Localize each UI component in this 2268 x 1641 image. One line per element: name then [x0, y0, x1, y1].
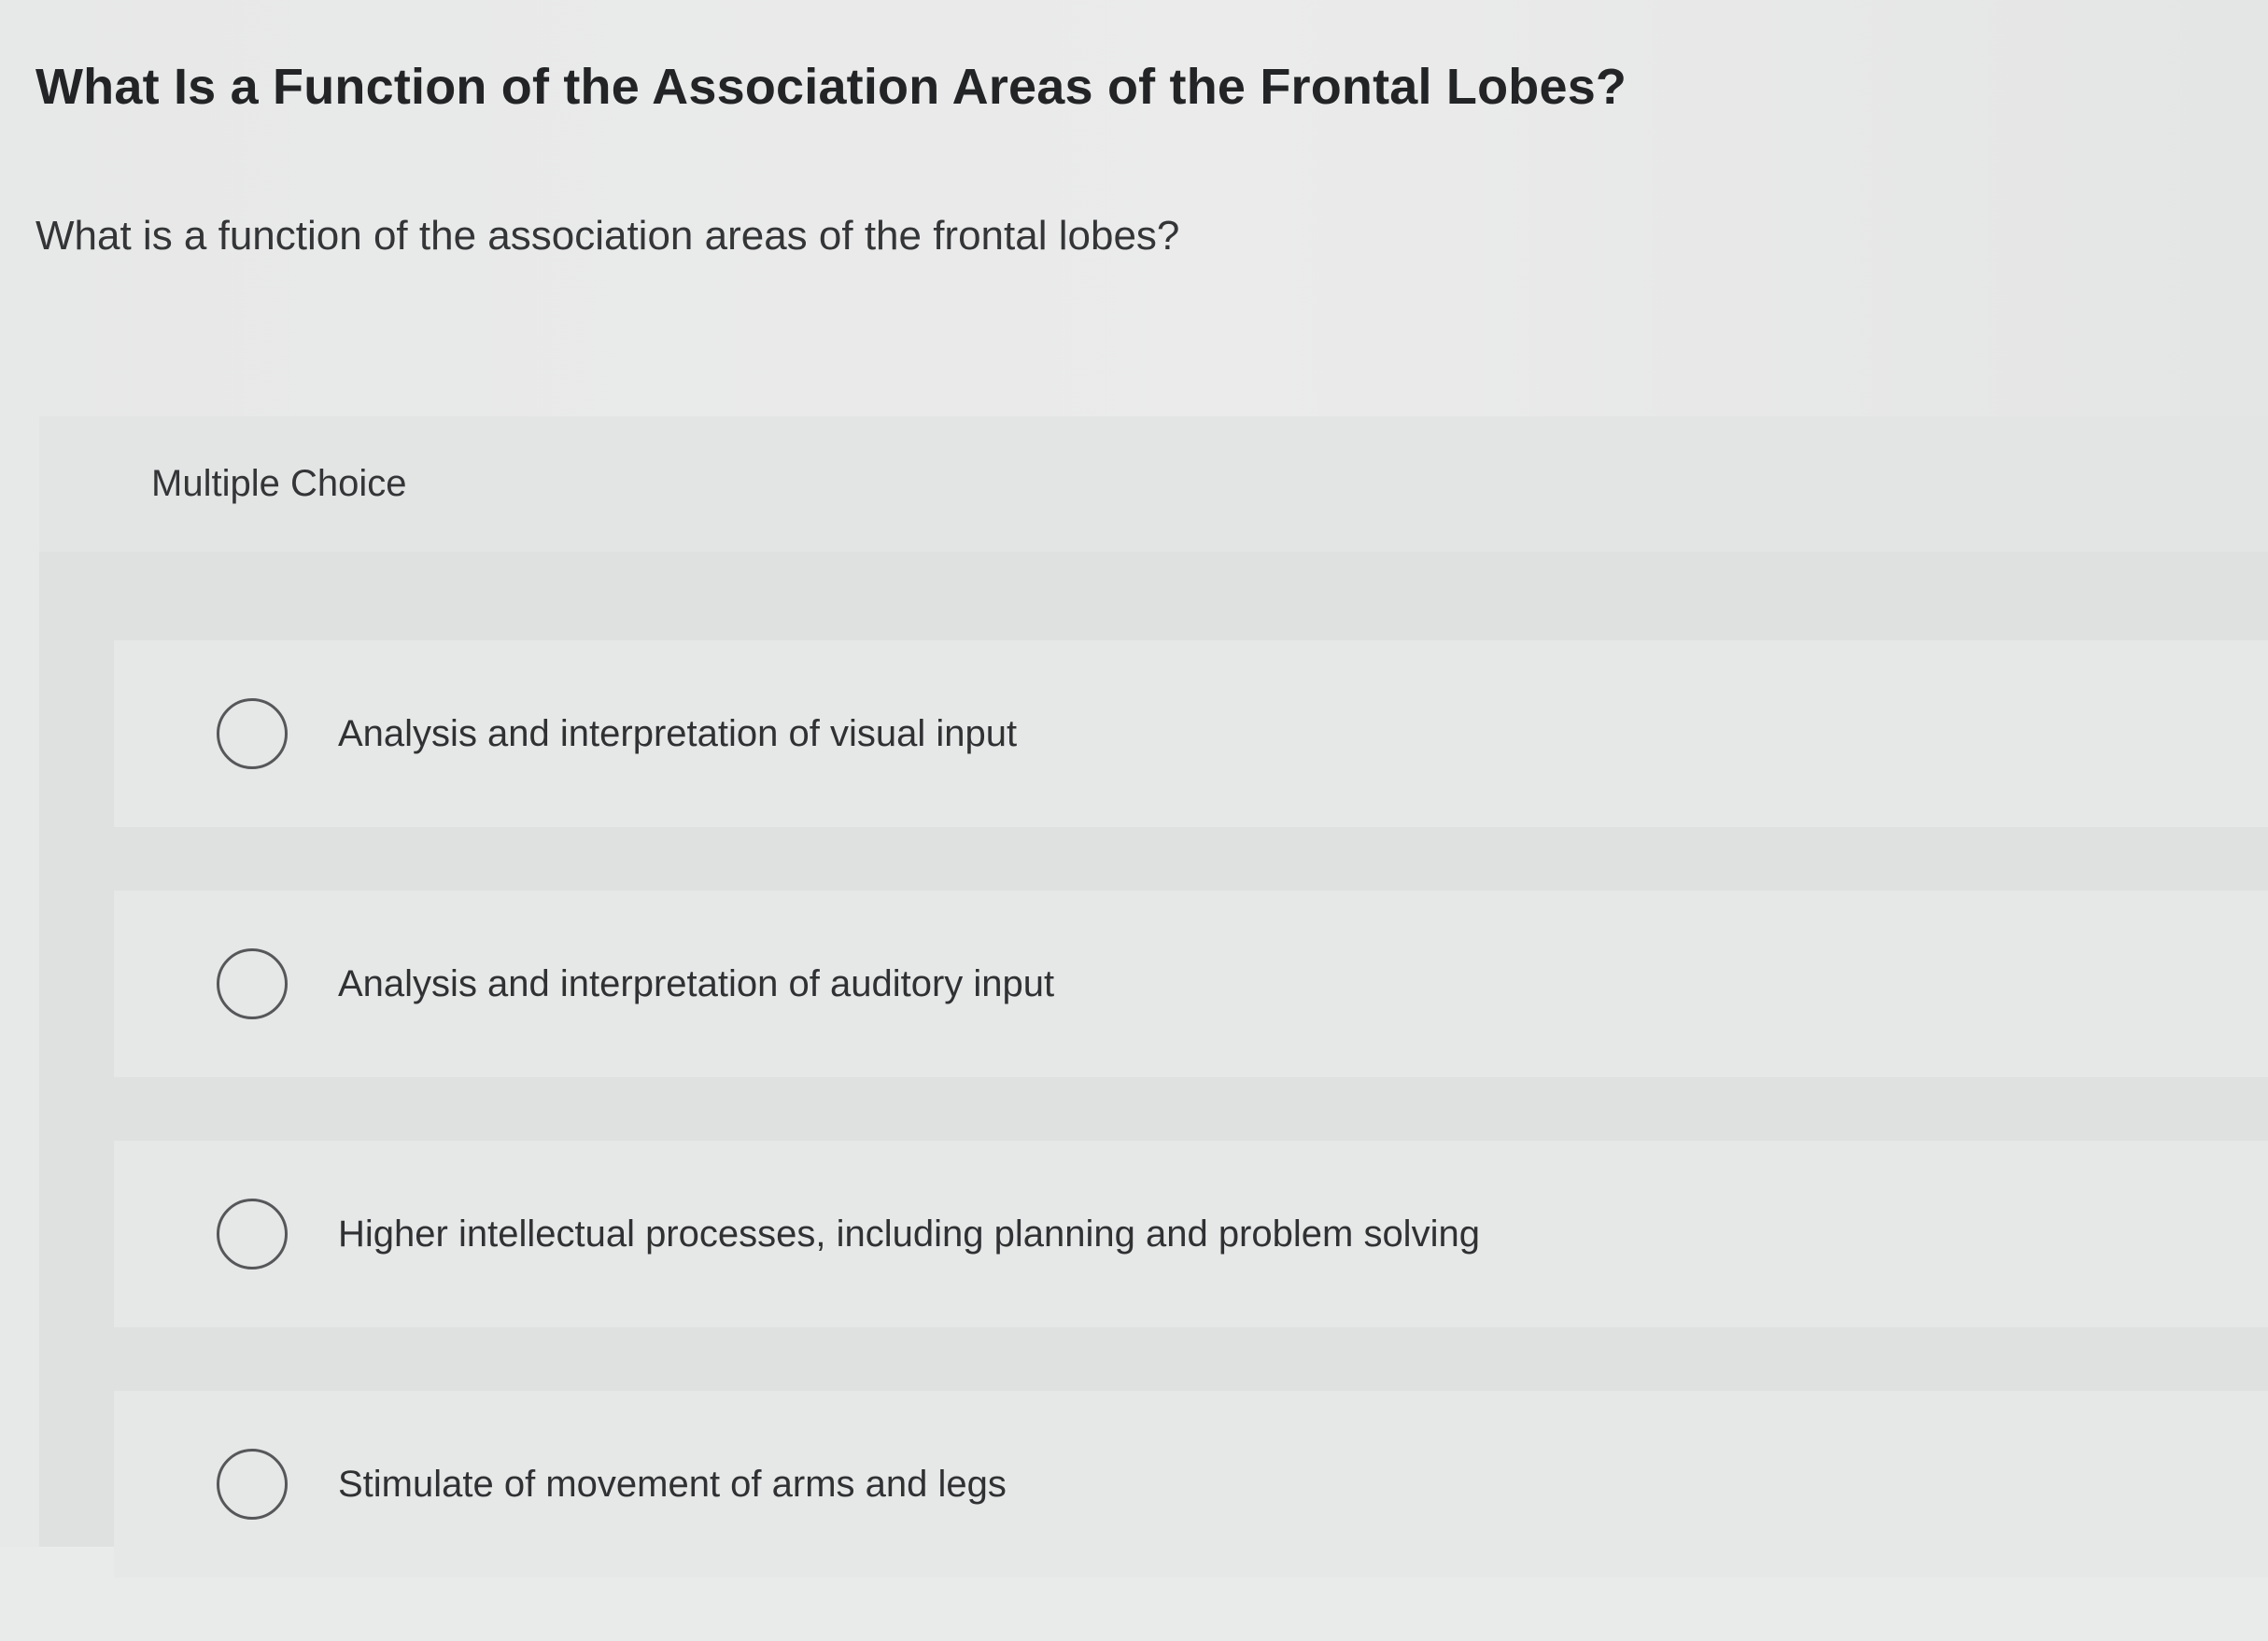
answer-option-label: Stimulate of movement of arms and legs [338, 1463, 1007, 1505]
answer-option-label: Analysis and interpretation of auditory … [338, 962, 1055, 1004]
multiple-choice-header: Multiple Choice [39, 416, 2268, 552]
answer-options: Analysis and interpretation of visual in… [114, 640, 2268, 1641]
radio-button[interactable] [217, 948, 288, 1019]
answer-option-1[interactable]: Analysis and interpretation of visual in… [114, 640, 2268, 827]
page-title: What Is a Function of the Association Ar… [35, 59, 1627, 115]
answer-option-3[interactable]: Higher intellectual processes, including… [114, 1141, 2268, 1327]
radio-button[interactable] [217, 1449, 288, 1520]
answer-option-4[interactable]: Stimulate of movement of arms and legs [114, 1391, 2268, 1578]
radio-button[interactable] [217, 1199, 288, 1269]
answer-option-label: Analysis and interpretation of visual in… [338, 712, 1018, 754]
answer-option-label: Higher intellectual processes, including… [338, 1213, 1480, 1255]
quiz-page: What Is a Function of the Association Ar… [0, 0, 2268, 1578]
multiple-choice-panel: Multiple Choice Analysis and interpretat… [39, 416, 2268, 1578]
question-text: What is a function of the association ar… [35, 213, 1180, 259]
answer-option-2[interactable]: Analysis and interpretation of auditory … [114, 891, 2268, 1077]
multiple-choice-label: Multiple Choice [151, 463, 407, 504]
radio-button[interactable] [217, 698, 288, 769]
